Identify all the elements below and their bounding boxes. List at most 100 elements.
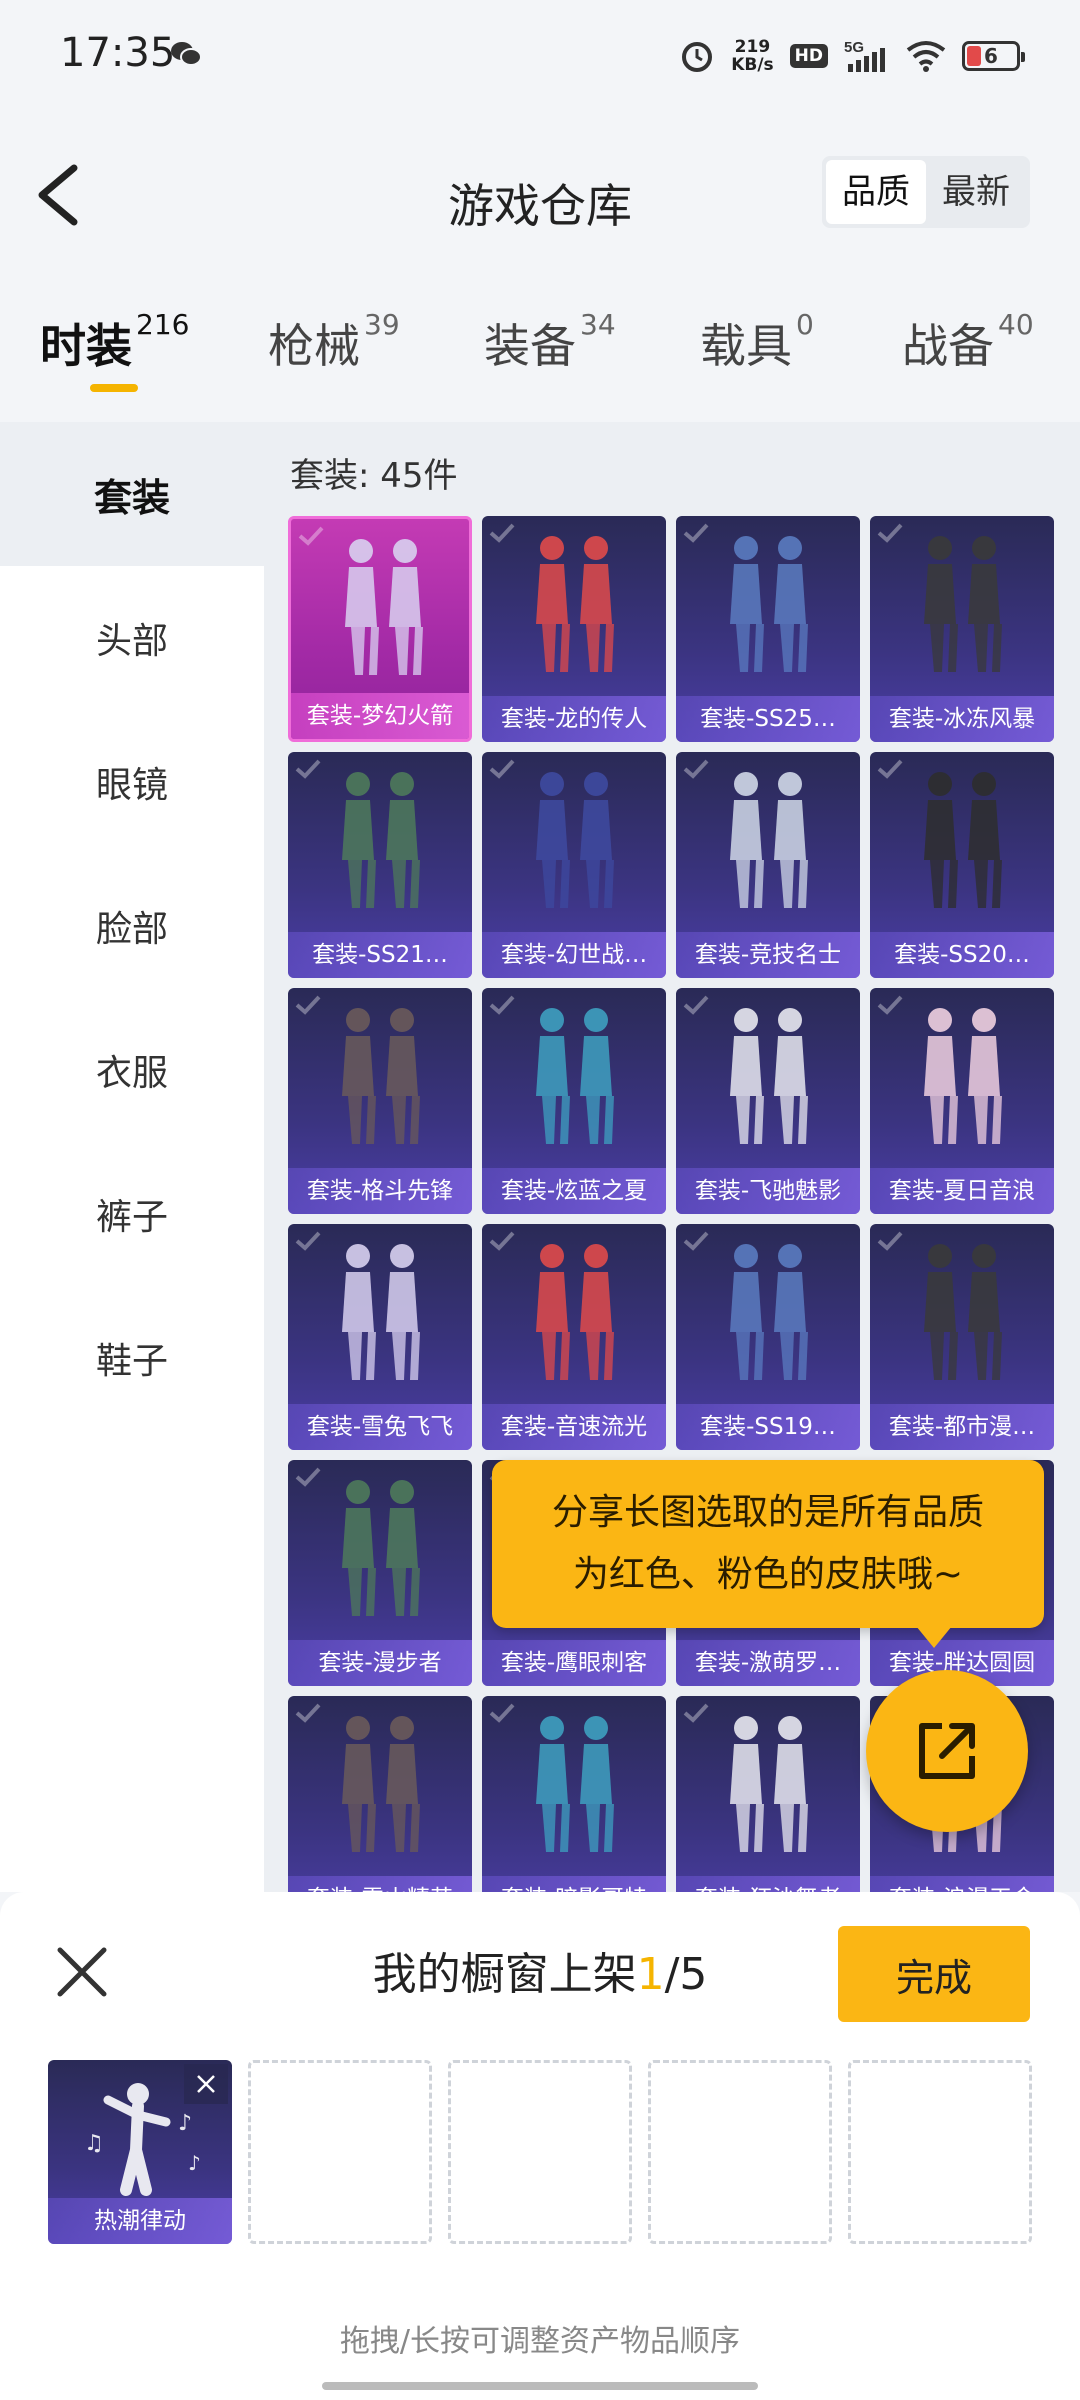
header: 游戏仓库 品质 最新	[0, 130, 1080, 260]
hd-badge: HD	[789, 44, 828, 68]
done-button[interactable]: 完成	[838, 1926, 1030, 2022]
check-icon	[295, 1467, 321, 1487]
item-card[interactable]: 套装-雪山精英	[288, 1696, 472, 1892]
sort-option-newest[interactable]: 最新	[926, 160, 1026, 224]
check-icon	[683, 995, 709, 1015]
tab-vehicles[interactable]: 载具 0	[700, 308, 814, 376]
svg-text:5G: 5G	[844, 39, 864, 56]
item-card-label: 套装-SS20…	[870, 932, 1054, 978]
item-card-label: 套装-幻世战…	[482, 932, 666, 978]
check-icon	[298, 526, 324, 546]
item-card-label: 套装-竞技名士	[676, 932, 860, 978]
item-card-label: 套装-雪山精英	[288, 1876, 472, 1892]
svg-text:♫: ♫	[84, 2131, 104, 2156]
item-card-label: 套装-鹰眼刺客	[482, 1640, 666, 1686]
item-card[interactable]: 套装-SS21…	[288, 752, 472, 978]
showcase-slot-empty[interactable]	[848, 2060, 1032, 2244]
item-card-label: 套装-浪漫天命	[870, 1876, 1054, 1892]
check-icon	[877, 1231, 903, 1251]
item-card-label: 套装-狂沙舞者	[676, 1876, 860, 1892]
sidebar-item-clothes[interactable]: 衣服	[0, 998, 264, 1142]
tab-equipment[interactable]: 装备 34	[484, 308, 616, 376]
sidebar-item-shoes[interactable]: 鞋子	[0, 1286, 264, 1430]
share-button[interactable]	[866, 1670, 1028, 1832]
item-card[interactable]: 套装-SS19…	[676, 1224, 860, 1450]
item-card[interactable]: 套装-龙的传人	[482, 516, 666, 742]
item-card[interactable]: 套装-冰冻风暴	[870, 516, 1054, 742]
slot-label: 热潮律动	[48, 2198, 232, 2244]
sort-option-quality[interactable]: 品质	[826, 160, 926, 224]
item-card[interactable]: 套装-幻世战…	[482, 752, 666, 978]
item-card[interactable]: 套装-SS20…	[870, 752, 1054, 978]
item-card[interactable]: 套装-狂沙舞者	[676, 1696, 860, 1892]
item-card-label: 套装-梦幻火箭	[291, 693, 469, 739]
item-card-label: 套装-都市漫…	[870, 1404, 1054, 1450]
active-tab-indicator	[90, 384, 138, 392]
home-indicator[interactable]	[322, 2382, 758, 2390]
item-card-label: 套装-夏日音浪	[870, 1168, 1054, 1214]
sidebar: 套装 头部 眼镜 脸部 衣服 裤子 鞋子	[0, 422, 264, 1892]
check-icon	[877, 995, 903, 1015]
signal-icon: 5G	[844, 39, 885, 72]
item-card-label: 套装-龙的传人	[482, 696, 666, 742]
showcase-slot-empty[interactable]	[648, 2060, 832, 2244]
check-icon	[489, 1703, 515, 1723]
item-card[interactable]: 套装-夏日音浪	[870, 988, 1054, 1214]
check-icon	[489, 995, 515, 1015]
item-card[interactable]: 套装-格斗先锋	[288, 988, 472, 1214]
item-card-label: 套装-格斗先锋	[288, 1168, 472, 1214]
sidebar-item-glasses[interactable]: 眼镜	[0, 710, 264, 854]
item-count: 套装: 45件	[290, 456, 458, 496]
item-card[interactable]: 套装-音速流光	[482, 1224, 666, 1450]
tab-guns[interactable]: 枪械 39	[268, 308, 400, 376]
showcase-current-count: 1	[636, 1949, 665, 2000]
item-card[interactable]: 套装-梦幻火箭	[288, 516, 472, 742]
close-icon	[197, 2075, 215, 2093]
tab-fashion[interactable]: 时装 216	[40, 308, 189, 376]
item-card[interactable]: 套装-雪兔飞飞	[288, 1224, 472, 1450]
item-card-label: 套装-飞驰魅影	[676, 1168, 860, 1214]
tab-tactical[interactable]: 战备 40	[902, 308, 1034, 376]
status-time: 17:35	[60, 30, 176, 76]
item-card[interactable]: 套装-飞驰魅影	[676, 988, 860, 1214]
check-icon	[683, 523, 709, 543]
item-card[interactable]: 套装-竞技名士	[676, 752, 860, 978]
item-card-label: 套装-音速流光	[482, 1404, 666, 1450]
check-icon	[295, 759, 321, 779]
sidebar-item-head[interactable]: 头部	[0, 566, 264, 710]
wifi-icon	[906, 41, 946, 72]
showcase-slot-empty[interactable]	[248, 2060, 432, 2244]
check-icon	[295, 1703, 321, 1723]
check-icon	[489, 759, 515, 779]
sidebar-item-suit[interactable]: 套装	[0, 422, 264, 566]
check-icon	[877, 523, 903, 543]
item-card-label: 套装-炫蓝之夏	[482, 1168, 666, 1214]
item-card-label: 套装-SS25…	[676, 696, 860, 742]
sidebar-item-pants[interactable]: 裤子	[0, 1142, 264, 1286]
wechat-icon	[171, 42, 202, 66]
check-icon	[877, 759, 903, 779]
status-indicators: 219 KB/s HD 5G 6	[679, 34, 1025, 78]
item-card-label: 套装-漫步者	[288, 1640, 472, 1686]
category-tabs: 时装 216 枪械 39 装备 34 载具 0 战备 40	[0, 300, 1080, 400]
check-icon	[489, 523, 515, 543]
showcase-slot-filled[interactable]: ♪ ♫ ♪ 热潮律动	[48, 2060, 232, 2244]
sidebar-item-face[interactable]: 脸部	[0, 854, 264, 998]
alarm-icon	[682, 42, 713, 72]
item-card[interactable]: 套装-SS25…	[676, 516, 860, 742]
item-card[interactable]: 套装-炫蓝之夏	[482, 988, 666, 1214]
showcase-slot-empty[interactable]	[448, 2060, 632, 2244]
item-card[interactable]: 套装-都市漫…	[870, 1224, 1054, 1450]
item-card-label: 套装-SS21…	[288, 932, 472, 978]
reorder-hint: 拖拽/长按可调整资产物品顺序	[339, 2324, 741, 2359]
remove-slot-button[interactable]	[184, 2064, 228, 2104]
sort-toggle: 品质 最新	[822, 156, 1030, 228]
showcase-panel: 我的橱窗上架1/5 完成 ♪ ♫ ♪ 热潮律动 拖拽/长按可调整资产物品顺序	[0, 1892, 1080, 2400]
check-icon	[683, 1231, 709, 1251]
share-tooltip: 分享长图选取的是所有品质 为红色、粉色的皮肤哦~	[492, 1460, 1044, 1648]
item-card[interactable]: 套装-暗影哥特	[482, 1696, 666, 1892]
item-card-label: 套装-SS19…	[676, 1404, 860, 1450]
check-icon	[489, 1231, 515, 1251]
item-card-label: 套装-激萌罗…	[676, 1640, 860, 1686]
item-card[interactable]: 套装-漫步者	[288, 1460, 472, 1686]
